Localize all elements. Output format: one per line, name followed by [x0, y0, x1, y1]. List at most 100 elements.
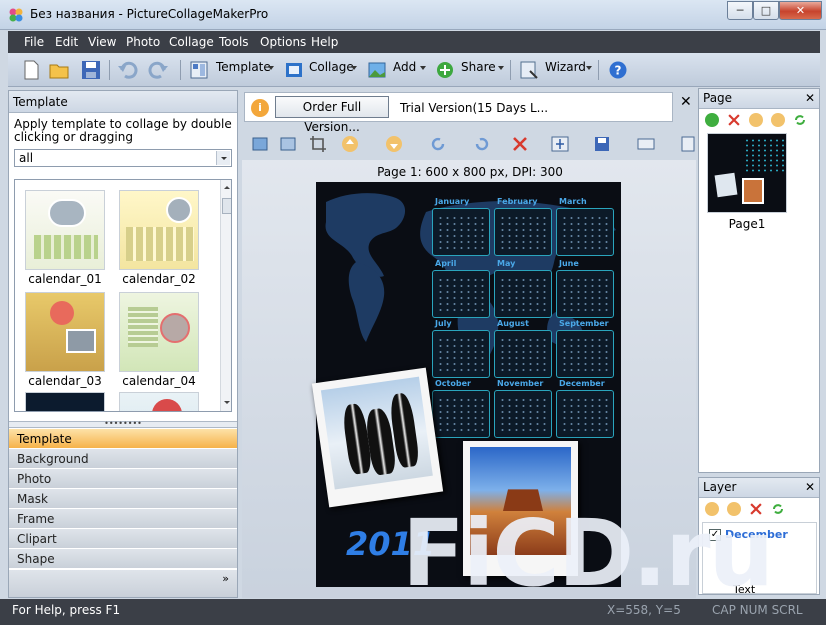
- main-toolbar: Template Collage Add Share Wizard ?: [8, 53, 820, 87]
- layer-panel-header: Layer ✕: [699, 478, 819, 498]
- month-name: December: [559, 379, 605, 388]
- template-thumbnail[interactable]: [119, 190, 199, 270]
- refresh-layer-icon[interactable]: [771, 502, 785, 516]
- collage-dropdown-icon[interactable]: [351, 66, 357, 70]
- align-icon[interactable]: [550, 134, 570, 154]
- import-photo-icon[interactable]: [250, 134, 270, 154]
- scroll-thumb[interactable]: [222, 198, 231, 214]
- penguins-photo[interactable]: [311, 367, 444, 508]
- add-dropdown-icon[interactable]: [420, 66, 426, 70]
- wizard-dropdown-icon[interactable]: [586, 66, 592, 70]
- accordion-template[interactable]: Template: [9, 429, 237, 449]
- share-dropdown-icon[interactable]: [498, 66, 504, 70]
- template-button[interactable]: Template: [216, 60, 271, 74]
- page-thumbnail[interactable]: [707, 133, 787, 213]
- help-icon[interactable]: ?: [607, 59, 629, 81]
- month-name: October: [435, 379, 471, 388]
- template-thumbnail-label: calendar_02: [122, 272, 196, 286]
- add-page-icon[interactable]: [705, 113, 719, 127]
- zoom-icon[interactable]: [680, 134, 700, 154]
- page-thumbnail-label: Page1: [728, 217, 766, 231]
- site-watermark: FiCD.ru: [402, 500, 774, 607]
- month-name: March: [559, 197, 587, 206]
- trial-notice-bar: i Order Full Version... Trial Version(15…: [244, 92, 673, 134]
- move-page-down-icon[interactable]: [771, 113, 785, 127]
- accordion-clipart[interactable]: Clipart: [9, 529, 237, 549]
- close-notice-icon[interactable]: ✕: [680, 94, 692, 110]
- scroll-up-icon[interactable]: [222, 182, 232, 192]
- undo-icon[interactable]: [116, 59, 138, 81]
- panel-splitter[interactable]: ••••••••: [9, 420, 237, 428]
- order-full-version-button[interactable]: Order Full Version...: [275, 96, 389, 134]
- calendar-month: December: [556, 379, 614, 438]
- refresh-icon[interactable]: [793, 113, 807, 127]
- minimize-button[interactable]: ─: [727, 1, 753, 20]
- menu-options[interactable]: Options: [260, 35, 306, 49]
- share-button[interactable]: Share: [461, 60, 496, 74]
- share-icon[interactable]: [434, 59, 456, 81]
- template-icon[interactable]: [188, 59, 210, 81]
- template-thumbnail[interactable]: [119, 292, 199, 372]
- add-button[interactable]: Add: [393, 60, 416, 74]
- wizard-icon[interactable]: [518, 59, 540, 81]
- bring-forward-icon[interactable]: [340, 134, 360, 154]
- delete-icon[interactable]: [510, 134, 530, 154]
- menu-photo[interactable]: Photo: [126, 35, 160, 49]
- template-thumbnail[interactable]: [25, 190, 105, 270]
- menu-help[interactable]: Help: [311, 35, 338, 49]
- template-dropdown-icon[interactable]: [268, 66, 274, 70]
- template-thumbnail[interactable]: [119, 392, 199, 411]
- move-page-up-icon[interactable]: [749, 113, 763, 127]
- add-image-icon[interactable]: [366, 59, 388, 81]
- accordion-background[interactable]: Background: [9, 449, 237, 469]
- close-layer-panel-icon[interactable]: ✕: [805, 480, 815, 494]
- redo-icon[interactable]: [148, 59, 170, 81]
- month-name: May: [497, 259, 516, 268]
- template-thumbnail[interactable]: [25, 392, 105, 411]
- collage-icon[interactable]: [283, 59, 305, 81]
- calendar-month: August: [494, 319, 552, 378]
- template-filter-select[interactable]: all: [14, 149, 232, 167]
- menu-file[interactable]: File: [24, 35, 44, 49]
- new-file-icon[interactable]: [20, 59, 42, 81]
- delete-page-icon[interactable]: [727, 113, 741, 127]
- page-panel-header: Page ✕: [699, 89, 819, 109]
- rotate-right-icon[interactable]: [428, 134, 448, 154]
- save-image-icon[interactable]: [592, 134, 612, 154]
- close-window-button[interactable]: ✕: [779, 1, 822, 20]
- accordion-frame[interactable]: Frame: [9, 509, 237, 529]
- menu-tools[interactable]: Tools: [219, 35, 249, 49]
- month-name: April: [435, 259, 457, 268]
- accordion-more-button[interactable]: »: [9, 570, 237, 597]
- scroll-down-icon[interactable]: [222, 398, 232, 408]
- collage-button[interactable]: Collage: [309, 60, 354, 74]
- svg-text:?: ?: [615, 64, 622, 78]
- accordion-mask[interactable]: Mask: [9, 489, 237, 509]
- accordion-photo[interactable]: Photo: [9, 469, 237, 489]
- replace-photo-icon[interactable]: [278, 134, 298, 154]
- rotate-left-icon[interactable]: [472, 134, 492, 154]
- title-bar: Без названия - PictureCollageMakerPro ─ …: [0, 0, 826, 30]
- accordion-shape[interactable]: Shape: [9, 549, 237, 569]
- menu-collage[interactable]: Collage: [169, 35, 214, 49]
- menu-bar: File Edit View Photo Collage Tools Optio…: [8, 31, 820, 53]
- wizard-button[interactable]: Wizard: [545, 60, 586, 74]
- calendar-month: July: [432, 319, 490, 378]
- close-page-panel-icon[interactable]: ✕: [805, 91, 815, 105]
- template-scrollbar[interactable]: [220, 180, 232, 411]
- layer-panel-title: Layer: [703, 480, 737, 494]
- month-name: February: [497, 197, 538, 206]
- template-filter-value: all: [19, 151, 34, 165]
- open-folder-icon[interactable]: [48, 59, 70, 81]
- save-icon[interactable]: [80, 59, 102, 81]
- fit-page-icon[interactable]: [636, 134, 656, 154]
- template-thumbnail[interactable]: [25, 292, 105, 372]
- menu-edit[interactable]: Edit: [55, 35, 78, 49]
- trial-notice-text: Trial Version(15 Days L...: [400, 101, 549, 115]
- menu-view[interactable]: View: [88, 35, 116, 49]
- crop-icon[interactable]: [308, 134, 328, 154]
- double-chevron-right-icon[interactable]: »: [222, 572, 229, 585]
- maximize-button[interactable]: □: [753, 1, 779, 20]
- chevron-down-icon[interactable]: [216, 151, 230, 165]
- send-backward-icon[interactable]: [384, 134, 404, 154]
